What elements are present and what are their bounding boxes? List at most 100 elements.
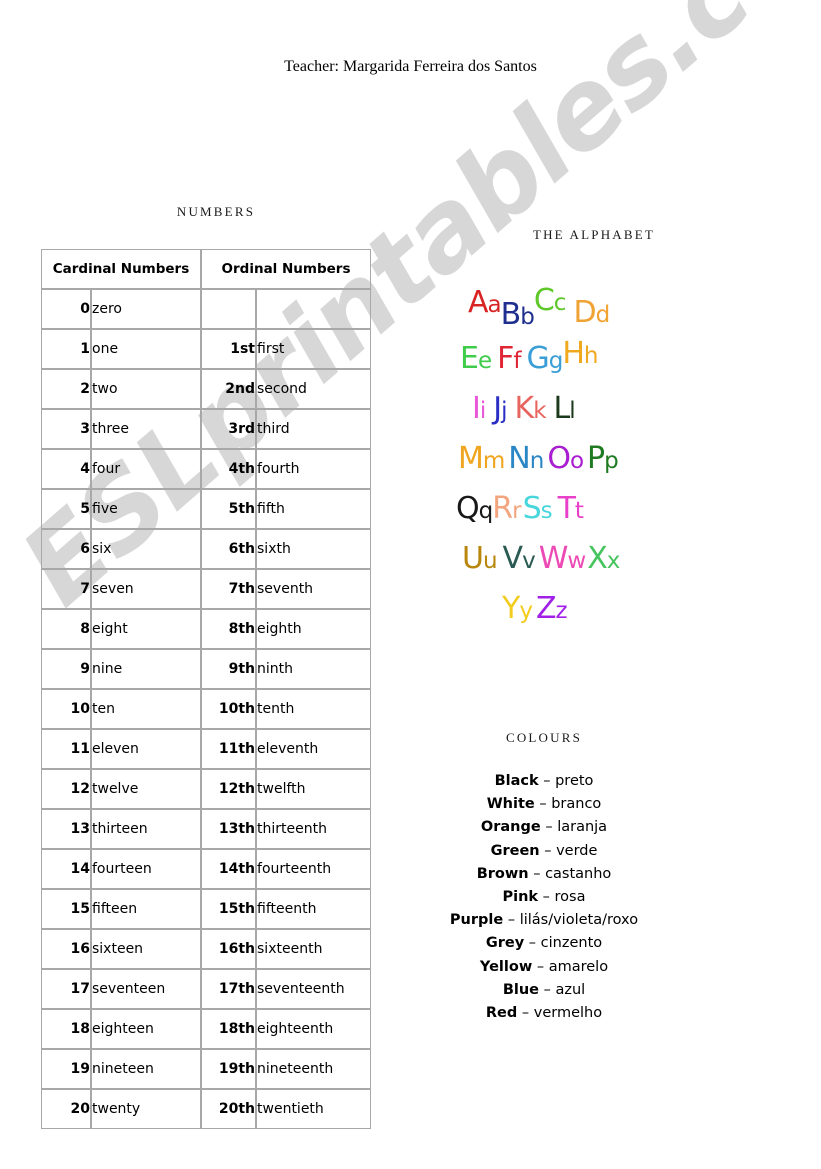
cell-ordinal-word: seventh bbox=[256, 569, 372, 609]
colour-entry: Black – preto bbox=[418, 770, 670, 793]
colour-separator: – bbox=[528, 865, 546, 882]
numbers-table-body: 0 zero 1 one 1st first 2 two 2nd second 3 three 3rd t… bbox=[41, 289, 372, 1129]
cell-cardinal-digit: 18 bbox=[41, 1009, 91, 1049]
cell-ordinal-digit: 6th bbox=[201, 529, 257, 569]
table-row: 6 six 6th sixth bbox=[41, 529, 372, 569]
alphabet-letter-l: Ll bbox=[553, 391, 576, 426]
cell-cardinal-word: eight bbox=[91, 609, 202, 649]
colour-name-pt: castanho bbox=[545, 865, 612, 882]
alphabet-letter-p: Pp bbox=[587, 441, 619, 476]
cell-ordinal-word: thirteenth bbox=[256, 809, 372, 849]
colour-name-en: Green bbox=[490, 842, 540, 859]
table-header-row: Cardinal Numbers Ordinal Numbers bbox=[41, 249, 372, 289]
cell-cardinal-word: ten bbox=[91, 689, 202, 729]
cell-ordinal-digit: 3rd bbox=[201, 409, 257, 449]
alphabet-letter-r: Rr bbox=[492, 491, 521, 526]
alphabet-row: Aa Bb Cc Dd bbox=[448, 276, 748, 330]
alphabet-letter-y: Yy bbox=[502, 591, 533, 626]
alphabet-row: Ii Jj Kk Ll bbox=[448, 376, 748, 424]
cell-ordinal-word: twelfth bbox=[256, 769, 372, 809]
cell-cardinal-digit: 11 bbox=[41, 729, 91, 769]
colour-entry: Blue – azul bbox=[418, 979, 670, 1002]
cell-ordinal-word: fourth bbox=[256, 449, 372, 489]
cell-cardinal-word: twelve bbox=[91, 769, 202, 809]
cell-cardinal-word: nineteen bbox=[91, 1049, 202, 1089]
table-row: 10 ten 10th tenth bbox=[41, 689, 372, 729]
alphabet-row: Ee Ff Gg Hh bbox=[448, 326, 748, 374]
colour-name-en: Red bbox=[485, 1005, 518, 1022]
alphabet-letter-h: Hh bbox=[562, 336, 598, 371]
cell-cardinal-word: zero bbox=[91, 289, 202, 329]
cell-cardinal-digit: 6 bbox=[41, 529, 91, 569]
alphabet-letter-b: Bb bbox=[500, 297, 535, 332]
cell-ordinal-word: sixth bbox=[256, 529, 372, 569]
header-cardinal-numbers: Cardinal Numbers bbox=[41, 249, 202, 289]
cell-cardinal-word: seventeen bbox=[91, 969, 202, 1009]
cell-ordinal-word: fourteenth bbox=[256, 849, 372, 889]
cell-ordinal-digit: 14th bbox=[201, 849, 257, 889]
teacher-name-line: Teacher: Margarida Ferreira dos Santos bbox=[284, 58, 537, 75]
cell-ordinal-digit: 9th bbox=[201, 649, 257, 689]
table-row: 4 four 4th fourth bbox=[41, 449, 372, 489]
cell-ordinal-digit: 8th bbox=[201, 609, 257, 649]
colour-name-pt: vermelho bbox=[533, 1005, 603, 1022]
alphabet-letter-m: Mm bbox=[458, 441, 505, 476]
cell-ordinal-digit: 7th bbox=[201, 569, 257, 609]
numbers-table-container: Cardinal Numbers Ordinal Numbers 0 zero 1 o… bbox=[41, 249, 372, 1129]
cell-cardinal-word: fifteen bbox=[91, 889, 202, 929]
alphabet-letter-c: Cc bbox=[533, 283, 567, 318]
cell-cardinal-word: seven bbox=[91, 569, 202, 609]
table-row: 15 fifteen 15th fifteenth bbox=[41, 889, 372, 929]
table-row: 3 three 3rd third bbox=[41, 409, 372, 449]
cell-ordinal-word: third bbox=[256, 409, 372, 449]
colour-name-pt: rosa bbox=[554, 889, 586, 906]
cell-ordinal-digit: 11th bbox=[201, 729, 257, 769]
alphabet-letter-a: Aa bbox=[468, 285, 502, 320]
cell-ordinal-word: fifteenth bbox=[256, 889, 372, 929]
colour-name-pt: azul bbox=[555, 981, 586, 998]
colour-separator: – bbox=[503, 912, 520, 929]
table-row: 8 eight 8th eighth bbox=[41, 609, 372, 649]
table-row: 1 one 1st first bbox=[41, 329, 372, 369]
colour-entry: Green – verde bbox=[418, 840, 670, 863]
alphabet-letter-i: Ii bbox=[472, 391, 486, 426]
cell-ordinal-word: seventeenth bbox=[256, 969, 372, 1009]
alphabet-row: Uu Vv Ww Xx bbox=[448, 526, 748, 574]
cell-cardinal-word: eleven bbox=[91, 729, 202, 769]
cell-cardinal-digit: 8 bbox=[41, 609, 91, 649]
cell-ordinal-digit: 13th bbox=[201, 809, 257, 849]
colour-name-en: Grey bbox=[485, 935, 525, 952]
colour-name-pt: preto bbox=[555, 773, 594, 789]
colour-name-en: Brown bbox=[476, 865, 529, 882]
table-row: 18 eighteen 18th eighteenth bbox=[41, 1009, 372, 1049]
colour-separator: – bbox=[532, 958, 549, 975]
colour-entry: Pink – rosa bbox=[418, 886, 670, 909]
colour-name-en: Yellow bbox=[479, 958, 533, 975]
colour-name-pt: verde bbox=[556, 842, 598, 859]
cell-cardinal-digit: 3 bbox=[41, 409, 91, 449]
table-row: 12 twelve 12th twelfth bbox=[41, 769, 372, 809]
cell-ordinal-digit: 15th bbox=[201, 889, 257, 929]
alphabet-section-caption: THE ALPHABET bbox=[532, 227, 656, 242]
cell-cardinal-word: fourteen bbox=[91, 849, 202, 889]
cell-cardinal-word: sixteen bbox=[91, 929, 202, 969]
cell-ordinal-word: fifth bbox=[256, 489, 372, 529]
cell-cardinal-digit: 2 bbox=[41, 369, 91, 409]
table-row: 2 two 2nd second bbox=[41, 369, 372, 409]
cell-ordinal-digit: 16th bbox=[201, 929, 257, 969]
cell-ordinal-word bbox=[256, 289, 372, 329]
cell-ordinal-digit bbox=[201, 289, 257, 329]
numbers-section-caption: NUMBERS bbox=[176, 204, 256, 219]
alphabet-letter-z: Zz bbox=[535, 591, 568, 626]
alphabet-letter-j: Jj bbox=[493, 391, 507, 426]
colour-separator: – bbox=[538, 773, 556, 789]
cell-ordinal-digit: 5th bbox=[201, 489, 257, 529]
cell-ordinal-digit: 19th bbox=[201, 1049, 257, 1089]
cell-cardinal-digit: 12 bbox=[41, 769, 91, 809]
colour-name-pt: lilás/violeta/roxo bbox=[519, 912, 639, 929]
alphabet-row: Mm Nn Oo Pp bbox=[448, 426, 748, 474]
alphabet-letter-s: Ss bbox=[522, 491, 553, 526]
colour-separator: – bbox=[540, 819, 558, 836]
cell-cardinal-word: nine bbox=[91, 649, 202, 689]
header-ordinal-numbers: Ordinal Numbers bbox=[201, 249, 372, 289]
